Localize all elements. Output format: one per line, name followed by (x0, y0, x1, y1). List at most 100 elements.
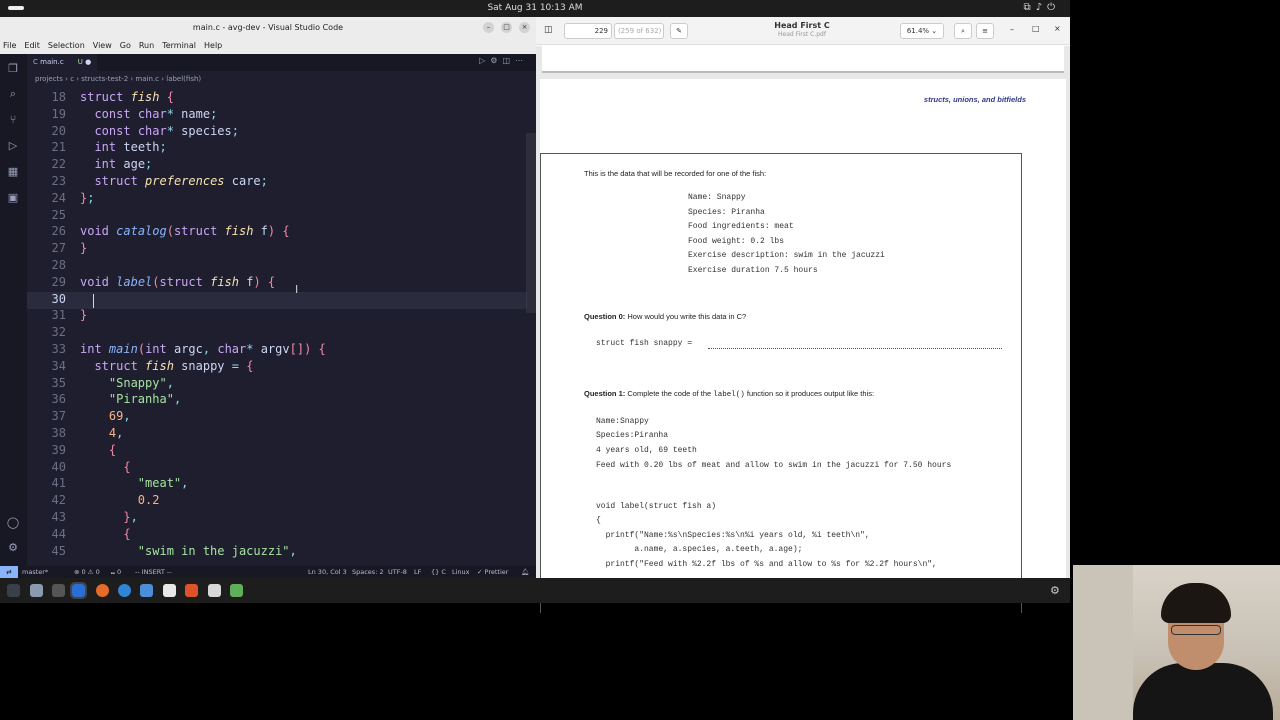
prettier-status[interactable]: ✓ Prettier (477, 566, 508, 578)
code-line[interactable]: 19 const char* name; (27, 106, 218, 123)
answer-line (708, 348, 1002, 349)
code-line[interactable]: 45 "swim in the jacuzzi", (27, 543, 297, 560)
show-apps-icon[interactable] (7, 584, 20, 597)
tab-main-c[interactable]: C main.c U ● (27, 54, 97, 71)
menu-file[interactable]: File (3, 41, 16, 50)
code-line[interactable]: 30 (27, 291, 80, 308)
explorer-icon[interactable]: ❐ (6, 62, 20, 76)
menu-terminal[interactable]: Terminal (162, 41, 196, 50)
document-viewer-icon[interactable] (208, 584, 221, 597)
code-line[interactable]: 28 (27, 257, 80, 274)
close-icon[interactable]: × (1054, 24, 1061, 33)
code-line[interactable]: 29 void label(struct fish f) { (27, 274, 276, 291)
line-number: 38 (51, 426, 66, 440)
menu-view[interactable]: View (93, 41, 112, 50)
code-line[interactable]: 21 int teeth; (27, 139, 167, 156)
app-icon[interactable] (185, 584, 198, 597)
document-area[interactable]: structs, unions, and bitfields This is t… (536, 46, 1070, 613)
terminal-icon[interactable] (52, 584, 65, 597)
breadcrumb[interactable]: projects › c › structs-test-2 › main.c ›… (27, 71, 536, 87)
code-line[interactable]: 32 (27, 324, 80, 341)
minimize-icon[interactable]: – (1010, 25, 1014, 34)
code-line[interactable]: 31} (27, 307, 88, 324)
code-line[interactable]: 33 int main(int argc, char* argv[]) { (27, 341, 326, 358)
close-icon[interactable]: × (519, 22, 530, 33)
maximize-icon[interactable]: □ (1032, 24, 1040, 33)
code-line[interactable]: 36 "Piranha", (27, 391, 182, 408)
annotate-pen-icon[interactable]: ✎ (670, 23, 688, 39)
line-number: 40 (51, 459, 66, 474)
code-line[interactable]: 23 struct preferences care; (27, 173, 268, 190)
code-line[interactable]: 34 struct fish snappy = { (27, 358, 254, 375)
code-line[interactable]: 43 }, (27, 509, 138, 526)
unsaved-dot-icon[interactable]: ● (85, 58, 91, 66)
menu-help[interactable]: Help (204, 41, 222, 50)
notifications-icon[interactable]: 🔔︎ (521, 566, 529, 578)
extensions-icon[interactable]: ▦ (6, 165, 20, 179)
remote-icon[interactable]: ⇄ (0, 566, 18, 578)
data-line: Exercise duration 7.5 hours (688, 266, 818, 275)
menu-run[interactable]: Run (139, 41, 154, 50)
sidebar-toggle-icon[interactable]: ◫ (544, 25, 553, 35)
firefox-icon[interactable] (96, 584, 109, 597)
settings-icon[interactable]: ⚙ (490, 56, 502, 65)
menu-bar: File Edit Selection View Go Run Terminal Help (0, 38, 536, 54)
source-control-icon[interactable]: ⑂ (6, 113, 20, 127)
code-line[interactable]: 40 { (27, 459, 131, 476)
indentation[interactable]: Spaces: 2 (352, 566, 384, 578)
settings-icon[interactable]: ⚙ (1050, 584, 1060, 597)
code-line[interactable]: 35 "Snappy", (27, 375, 174, 392)
network-icon: ⧉ (1023, 2, 1036, 13)
run-debug-icon[interactable]: ▷ (6, 139, 20, 153)
problems-status[interactable]: ⊗ 0 ⚠ 0 (74, 566, 100, 578)
vscode-icon[interactable] (70, 582, 87, 599)
code-line[interactable]: 42 0.2 (27, 492, 160, 509)
cursor-position[interactable]: Ln 30, Col 3 (308, 566, 347, 578)
code-line[interactable]: 27} (27, 240, 88, 257)
maximize-icon[interactable]: □ (501, 22, 512, 33)
minimize-icon[interactable]: – (483, 22, 494, 33)
menu-edit[interactable]: Edit (24, 41, 40, 50)
files-icon[interactable] (30, 584, 43, 597)
calendar-icon[interactable] (163, 584, 176, 597)
code-line[interactable]: 20 const char* species; (27, 123, 239, 140)
code-line[interactable]: 25 (27, 207, 80, 224)
settings-gear-icon[interactable]: ⚙ (6, 541, 20, 555)
code-editor[interactable]: 18 struct fish {19 const char* name; 20 co… (27, 87, 536, 563)
system-tray[interactable]: ⧉♪⏻ (1024, 2, 1060, 13)
code-line[interactable]: 39 { (27, 442, 117, 459)
virtualbox-icon[interactable] (140, 584, 153, 597)
code-line[interactable]: 44 { (27, 526, 131, 543)
remote-explorer-icon[interactable]: ▣ (6, 191, 20, 205)
activity-bar: ❐ ⌕ ⑂ ▷ ▦ ▣ ◯ ⚙ (0, 54, 27, 578)
menu-icon[interactable]: ≡ (976, 23, 994, 39)
run-icon[interactable]: ▷ (479, 56, 490, 65)
code-line[interactable]: 18 struct fish { (27, 89, 174, 106)
language-mode[interactable]: {} C (431, 566, 446, 578)
trash-icon[interactable] (230, 584, 243, 597)
code-line[interactable]: 37 69, (27, 408, 131, 425)
search-icon[interactable]: ⌕ (954, 23, 972, 39)
encoding[interactable]: UTF-8 (388, 566, 407, 578)
eol[interactable]: LF (414, 566, 421, 578)
clock[interactable]: Sat Aug 31 10:13 AM (0, 3, 1070, 13)
code-text: struct fish { (80, 90, 174, 104)
code-line[interactable]: 38 4, (27, 425, 124, 442)
code-line[interactable]: 41 "meat", (27, 475, 189, 492)
status-bar: ⇄ master* ⊗ 0 ⚠ 0 ⑉ 0 -- INSERT -- Ln 30… (0, 566, 536, 578)
search-icon[interactable]: ⌕ (6, 87, 20, 101)
chrome-icon[interactable] (118, 584, 131, 597)
branch-status[interactable]: master* (22, 566, 48, 578)
zoom-level[interactable]: 61.4% ⌄ (900, 23, 944, 39)
menu-selection[interactable]: Selection (48, 41, 85, 50)
editor-scrollbar[interactable] (526, 133, 536, 313)
menu-go[interactable]: Go (120, 41, 131, 50)
page-number-input[interactable]: 229 (564, 23, 612, 39)
split-editor-icon[interactable]: ◫ (502, 56, 515, 65)
code-line[interactable]: 22 int age; (27, 156, 153, 173)
code-line[interactable]: 24}; (27, 190, 95, 207)
code-line[interactable]: 26 void catalog(struct fish f) { (27, 223, 290, 240)
more-icon[interactable]: ⋯ (515, 56, 528, 65)
account-icon[interactable]: ◯ (6, 516, 20, 530)
ports-status[interactable]: ⑉ 0 (111, 566, 121, 578)
